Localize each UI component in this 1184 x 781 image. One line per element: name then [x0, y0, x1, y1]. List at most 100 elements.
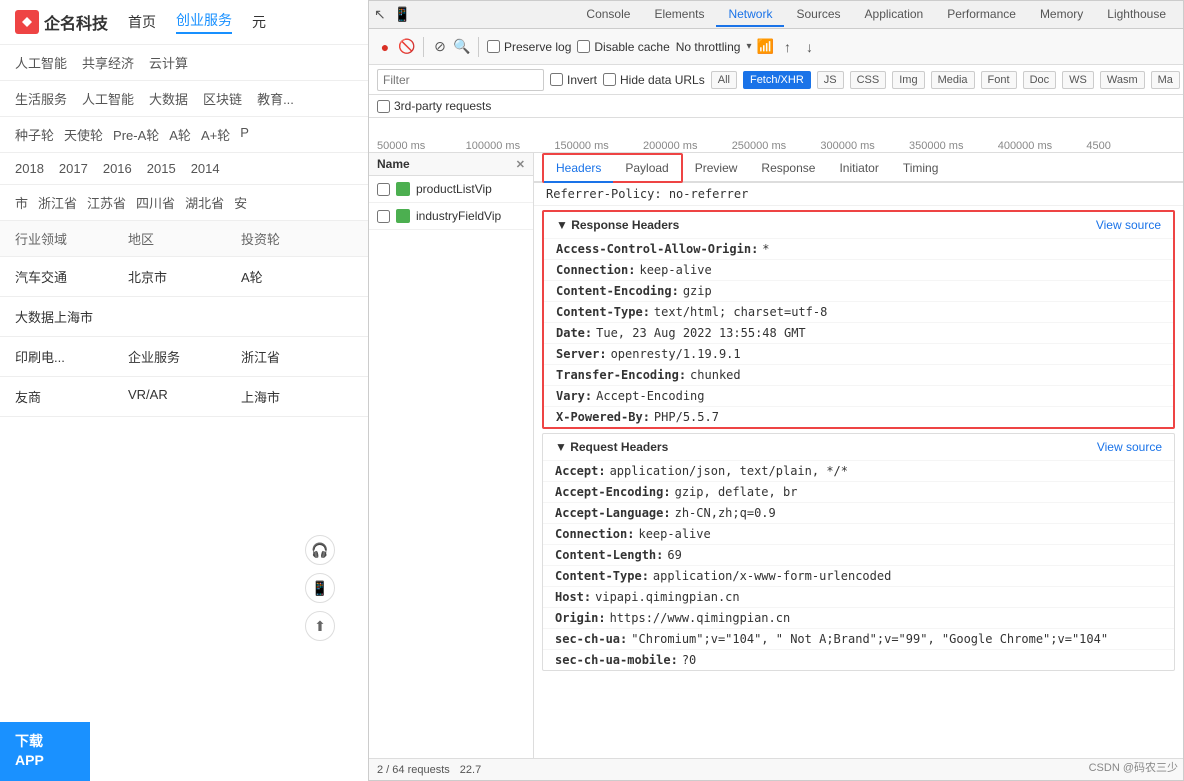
- tab-timing[interactable]: Timing: [891, 155, 951, 183]
- header-value: vipapi.qimingpian.cn: [595, 590, 740, 604]
- headphone-icon[interactable]: 🎧: [305, 535, 335, 565]
- search-button[interactable]: 🔍: [454, 39, 470, 55]
- stop-button[interactable]: 🚫: [399, 39, 415, 55]
- third-party-checkbox[interactable]: 3rd-party requests: [377, 99, 1175, 113]
- nav-blockchain[interactable]: 区块链: [203, 89, 242, 108]
- header-name: Origin:: [555, 611, 606, 625]
- invert-checkbox[interactable]: Invert: [550, 73, 597, 87]
- header-row: Accept-Language: zh-CN,zh;q=0.9: [543, 502, 1174, 523]
- filter-seed[interactable]: 种子轮: [15, 125, 54, 144]
- nav-home[interactable]: 首页: [128, 12, 156, 32]
- header-name: Content-Type:: [555, 569, 649, 583]
- tab-payload[interactable]: Payload: [613, 155, 680, 183]
- request-view-source[interactable]: View source: [1097, 440, 1162, 454]
- disable-cache-input[interactable]: [577, 40, 590, 53]
- tab-application[interactable]: Application: [853, 3, 936, 27]
- prov-jiangsu[interactable]: 江苏省: [87, 193, 126, 212]
- item-checkbox-1[interactable]: [377, 183, 390, 196]
- nav-edu[interactable]: 教育...: [257, 89, 294, 108]
- nav-ai[interactable]: 人工智能: [15, 53, 67, 72]
- tab-network[interactable]: Network: [716, 3, 784, 27]
- filter-angel[interactable]: 天使轮: [64, 125, 103, 144]
- tab-initiator[interactable]: Initiator: [827, 155, 890, 183]
- timeline-label-0: 50000 ms: [377, 140, 466, 152]
- prov-city[interactable]: 市: [15, 193, 28, 212]
- type-all[interactable]: All: [711, 71, 737, 89]
- tab-response[interactable]: Response: [749, 155, 827, 183]
- type-js[interactable]: JS: [817, 71, 844, 89]
- type-img[interactable]: Img: [892, 71, 924, 89]
- item-checkbox-2[interactable]: [377, 210, 390, 223]
- type-css[interactable]: CSS: [850, 71, 887, 89]
- response-view-source[interactable]: View source: [1096, 218, 1161, 232]
- nav-ai2[interactable]: 人工智能: [82, 89, 134, 108]
- record-button[interactable]: ●: [377, 39, 393, 55]
- year-2014[interactable]: 2014: [191, 161, 220, 176]
- nav-sharing[interactable]: 共享经济: [82, 53, 134, 72]
- preserve-log-input[interactable]: [487, 40, 500, 53]
- tab-memory[interactable]: Memory: [1028, 3, 1095, 27]
- invert-input[interactable]: [550, 73, 563, 86]
- mobile-icon[interactable]: 📱: [394, 6, 411, 23]
- year-2015[interactable]: 2015: [147, 161, 176, 176]
- request-headers-toggle[interactable]: ▼ Request Headers View source: [543, 434, 1174, 460]
- tab-elements[interactable]: Elements: [642, 3, 716, 27]
- prov-sichuan[interactable]: 四川省: [136, 193, 175, 212]
- phone-icon[interactable]: 📱: [305, 573, 335, 603]
- wifi-icon[interactable]: 📶: [757, 39, 773, 55]
- filter-input[interactable]: [377, 69, 544, 91]
- filter-prea[interactable]: Pre-A轮: [113, 125, 159, 144]
- nav-bigdata[interactable]: 大数据: [149, 89, 188, 108]
- type-doc[interactable]: Doc: [1023, 71, 1057, 89]
- throttling-arrow[interactable]: ▾: [746, 41, 751, 52]
- type-font[interactable]: Font: [981, 71, 1017, 89]
- header-row: Connection: keep-alive: [544, 259, 1173, 280]
- list-item-productvip[interactable]: productListVip: [369, 176, 533, 203]
- type-ma[interactable]: Ma: [1151, 71, 1180, 89]
- nav-extra[interactable]: 元: [252, 12, 266, 32]
- type-fetchxhr[interactable]: Fetch/XHR: [743, 71, 811, 89]
- type-wasm[interactable]: Wasm: [1100, 71, 1145, 89]
- row1-industry: 汽车交通: [15, 267, 128, 286]
- prov-an[interactable]: 安: [234, 193, 247, 212]
- filter-button[interactable]: ⊘: [432, 39, 448, 55]
- up-icon[interactable]: ⬆: [305, 611, 335, 641]
- download-app-btn[interactable]: 下载APP: [0, 722, 90, 781]
- filter-p[interactable]: P: [240, 125, 249, 144]
- preserve-log-checkbox[interactable]: Preserve log: [487, 40, 571, 54]
- hide-data-urls-checkbox[interactable]: Hide data URLs: [603, 73, 705, 87]
- nav-cloud[interactable]: 云计算: [149, 53, 188, 72]
- third-party-input[interactable]: [377, 100, 390, 113]
- response-headers-items: Access-Control-Allow-Origin: * Connectio…: [544, 238, 1173, 427]
- type-media[interactable]: Media: [931, 71, 975, 89]
- logo-text: 企名科技: [44, 10, 108, 34]
- nav-startup[interactable]: 创业服务: [176, 10, 232, 34]
- filter-a[interactable]: A轮: [169, 125, 191, 144]
- tab-console[interactable]: Console: [574, 3, 642, 27]
- year-2016[interactable]: 2016: [103, 161, 132, 176]
- tab-performance[interactable]: Performance: [935, 3, 1028, 27]
- cursor-icon[interactable]: ↖: [374, 6, 386, 23]
- close-icon[interactable]: ✕: [516, 158, 525, 171]
- tab-headers[interactable]: Headers: [544, 155, 613, 183]
- response-headers-toggle[interactable]: ▼ Response Headers View source: [544, 212, 1173, 238]
- detail-tabs-bar: Headers Payload Preview Response Initiat…: [534, 153, 1183, 183]
- tab-lighthouse[interactable]: Lighthouse: [1095, 3, 1178, 27]
- tab-preview[interactable]: Preview: [683, 155, 750, 183]
- type-ws[interactable]: WS: [1062, 71, 1094, 89]
- prov-zhejiang[interactable]: 浙江省: [38, 193, 77, 212]
- year-2018[interactable]: 2018: [15, 161, 44, 176]
- timeline-label-4: 250000 ms: [732, 140, 821, 152]
- prov-hubei[interactable]: 湖北省: [185, 193, 224, 212]
- throttling-select[interactable]: No throttling: [676, 40, 741, 54]
- network-list: Name ✕ productListVip industryFieldVip: [369, 153, 534, 758]
- disable-cache-checkbox[interactable]: Disable cache: [577, 40, 669, 54]
- nav-life[interactable]: 生活服务: [15, 89, 67, 108]
- tab-sources[interactable]: Sources: [784, 3, 852, 27]
- upload-icon[interactable]: ↑: [779, 39, 795, 55]
- filter-aplus[interactable]: A+轮: [201, 125, 230, 144]
- hide-data-urls-input[interactable]: [603, 73, 616, 86]
- year-2017[interactable]: 2017: [59, 161, 88, 176]
- list-item-industryvip[interactable]: industryFieldVip: [369, 203, 533, 230]
- download-icon[interactable]: ↓: [801, 39, 817, 55]
